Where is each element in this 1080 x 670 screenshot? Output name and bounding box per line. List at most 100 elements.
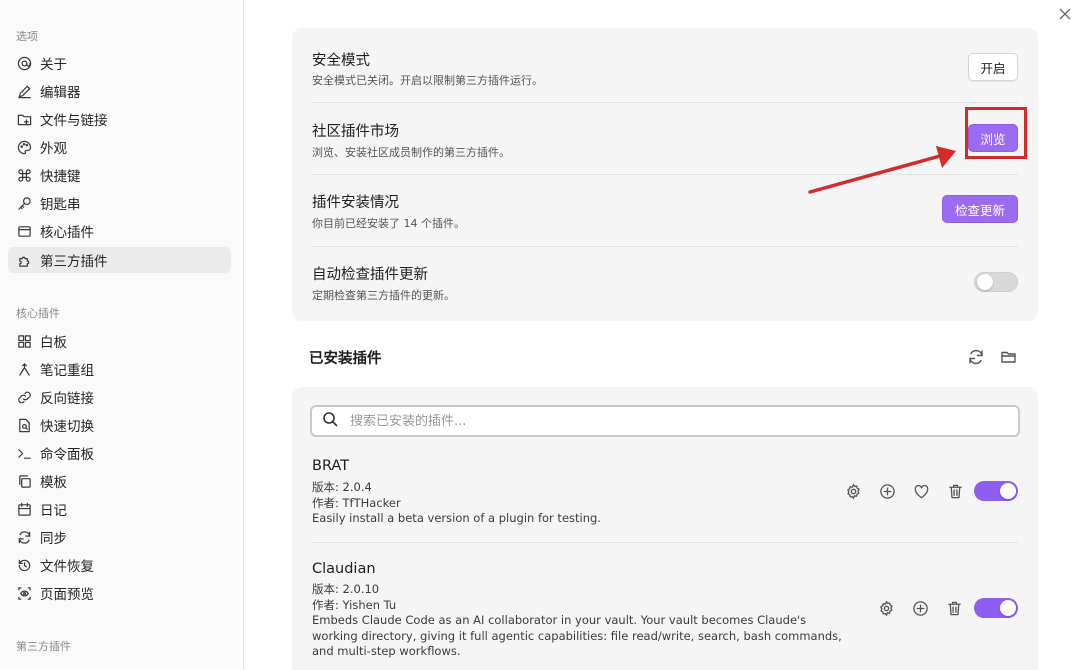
safe-mode-enable-button[interactable]: 开启 xyxy=(968,53,1018,81)
search-icon xyxy=(322,411,338,431)
sidebar-item-label: 页面预览 xyxy=(40,587,94,603)
sidebar-item-sync[interactable]: 同步 xyxy=(8,524,231,550)
sidebar-item-files-links[interactable]: 文件与链接 xyxy=(8,106,231,132)
plugin-author: 作者: Yishen Tu xyxy=(312,597,397,612)
puzzle-icon xyxy=(16,252,32,268)
auto-check-title: 自动检查插件更新 xyxy=(312,267,428,283)
plugin-name: Claudian xyxy=(312,561,376,577)
merge-icon xyxy=(16,361,32,377)
divider xyxy=(312,102,1018,103)
community-market-desc: 浏览、安装社区成员制作的第三方插件。 xyxy=(312,146,510,159)
settings-sidebar: 选项 关于 编辑器 文件与链接 外观 快捷键 钥匙串 核心插件 第三方插件 核心… xyxy=(0,0,244,670)
history-icon xyxy=(16,557,32,573)
eye-icon xyxy=(16,585,32,601)
sidebar-item-note-composer[interactable]: 笔记重组 xyxy=(8,356,231,382)
sidebar-item-backlinks[interactable]: 反向链接 xyxy=(8,384,231,410)
plugin-name: BRAT xyxy=(312,458,350,474)
install-status-title: 插件安装情况 xyxy=(312,195,399,211)
sidebar-item-editor[interactable]: 编辑器 xyxy=(8,78,231,104)
at-icon xyxy=(16,55,32,71)
sidebar-item-canvas[interactable]: 白板 xyxy=(8,328,231,354)
sidebar-item-label: 日记 xyxy=(40,503,67,519)
sidebar-item-daily-notes[interactable]: 日记 xyxy=(8,496,231,522)
terminal-icon xyxy=(16,445,32,461)
open-folder-icon[interactable] xyxy=(1000,348,1018,366)
plugin-description: Easily install a beta version of a plugi… xyxy=(312,511,601,525)
close-icon[interactable] xyxy=(1058,6,1074,22)
pen-icon xyxy=(16,83,32,99)
sidebar-item-file-recovery[interactable]: 文件恢复 xyxy=(8,552,231,578)
toggle-knob xyxy=(977,274,993,290)
core-section-title: 核心插件 xyxy=(16,307,60,320)
sidebar-item-community-plugins[interactable]: 第三方插件 xyxy=(8,247,231,273)
sidebar-item-label: 命令面板 xyxy=(40,447,94,463)
trash-icon[interactable] xyxy=(945,481,965,501)
sidebar-item-label: 外观 xyxy=(40,141,67,157)
key-icon xyxy=(16,195,32,211)
sidebar-item-label: 文件恢复 xyxy=(40,559,94,575)
sidebar-item-hotkeys[interactable]: 快捷键 xyxy=(8,162,231,188)
plugin-search-field[interactable] xyxy=(310,405,1020,437)
safe-mode-title: 安全模式 xyxy=(312,53,370,69)
plugin-author: 作者: TfTHacker xyxy=(312,495,401,510)
add-hotkey-icon[interactable] xyxy=(910,598,930,618)
plugin-version: 版本: 2.0.4 xyxy=(312,480,372,494)
file-search-icon xyxy=(16,417,32,433)
sync-icon xyxy=(16,529,32,545)
folder-link-icon xyxy=(16,111,32,127)
plugin-enable-toggle[interactable] xyxy=(974,481,1018,501)
third-party-section-title: 第三方插件 xyxy=(16,640,71,653)
sidebar-item-quick-switcher[interactable]: 快速切换 xyxy=(8,412,231,438)
sidebar-item-label: 反向链接 xyxy=(40,391,94,407)
grid-icon xyxy=(16,333,32,349)
sidebar-item-core-plugins[interactable]: 核心插件 xyxy=(8,218,231,244)
plugin-description: Embeds Claude Code as an AI collaborator… xyxy=(312,613,842,658)
annotation-arrow xyxy=(808,146,956,194)
search-input[interactable] xyxy=(350,413,950,429)
sidebar-item-label: 笔记重组 xyxy=(40,363,94,379)
sidebar-item-label: 第三方插件 xyxy=(40,254,108,270)
settings-gear-icon[interactable] xyxy=(843,481,863,501)
plugin-enable-toggle[interactable] xyxy=(974,598,1018,618)
box-icon xyxy=(16,223,32,239)
divider xyxy=(312,246,1018,247)
toggle-knob xyxy=(1000,483,1016,499)
community-market-title: 社区插件市场 xyxy=(312,124,399,140)
sidebar-item-label: 文件与链接 xyxy=(40,113,108,129)
sidebar-item-label: 钥匙串 xyxy=(40,197,81,213)
palette-icon xyxy=(16,139,32,155)
calendar-icon xyxy=(16,501,32,517)
options-section-title: 选项 xyxy=(16,30,38,43)
annotation-highlight-box xyxy=(965,107,1027,159)
link-icon xyxy=(16,389,32,405)
sidebar-item-label: 核心插件 xyxy=(40,225,94,241)
sidebar-item-label: 白板 xyxy=(40,335,67,351)
installed-plugins-title: 已安装插件 xyxy=(309,351,382,367)
toggle-knob xyxy=(1000,600,1016,616)
sidebar-item-appearance[interactable]: 外观 xyxy=(8,134,231,160)
sidebar-item-label: 快捷键 xyxy=(40,169,81,185)
plugin-version: 版本: 2.0.10 xyxy=(312,582,380,596)
sidebar-item-label: 关于 xyxy=(40,57,67,73)
install-status-desc: 你目前已经安装了 14 个插件。 xyxy=(312,217,465,230)
auto-check-desc: 定期检查第三方插件的更新。 xyxy=(312,289,455,302)
copy-icon xyxy=(16,473,32,489)
sidebar-item-about[interactable]: 关于 xyxy=(8,50,231,76)
sidebar-item-keychain[interactable]: 钥匙串 xyxy=(8,190,231,216)
reload-icon[interactable] xyxy=(967,348,985,366)
sidebar-item-label: 快速切换 xyxy=(40,419,94,435)
sidebar-item-label: 同步 xyxy=(40,531,67,547)
sidebar-item-templates[interactable]: 模板 xyxy=(8,468,231,494)
trash-icon[interactable] xyxy=(944,598,964,618)
sidebar-item-page-preview[interactable]: 页面预览 xyxy=(8,580,231,606)
sidebar-item-command-palette[interactable]: 命令面板 xyxy=(8,440,231,466)
sidebar-item-label: 编辑器 xyxy=(40,85,81,101)
sidebar-item-label: 模板 xyxy=(40,475,67,491)
heart-icon[interactable] xyxy=(911,481,931,501)
safe-mode-desc: 安全模式已关闭。开启以限制第三方插件运行。 xyxy=(312,74,543,87)
auto-check-toggle[interactable] xyxy=(974,272,1018,292)
command-icon xyxy=(16,167,32,183)
divider xyxy=(312,542,1018,543)
add-hotkey-icon[interactable] xyxy=(877,481,897,501)
settings-gear-icon[interactable] xyxy=(876,598,896,618)
